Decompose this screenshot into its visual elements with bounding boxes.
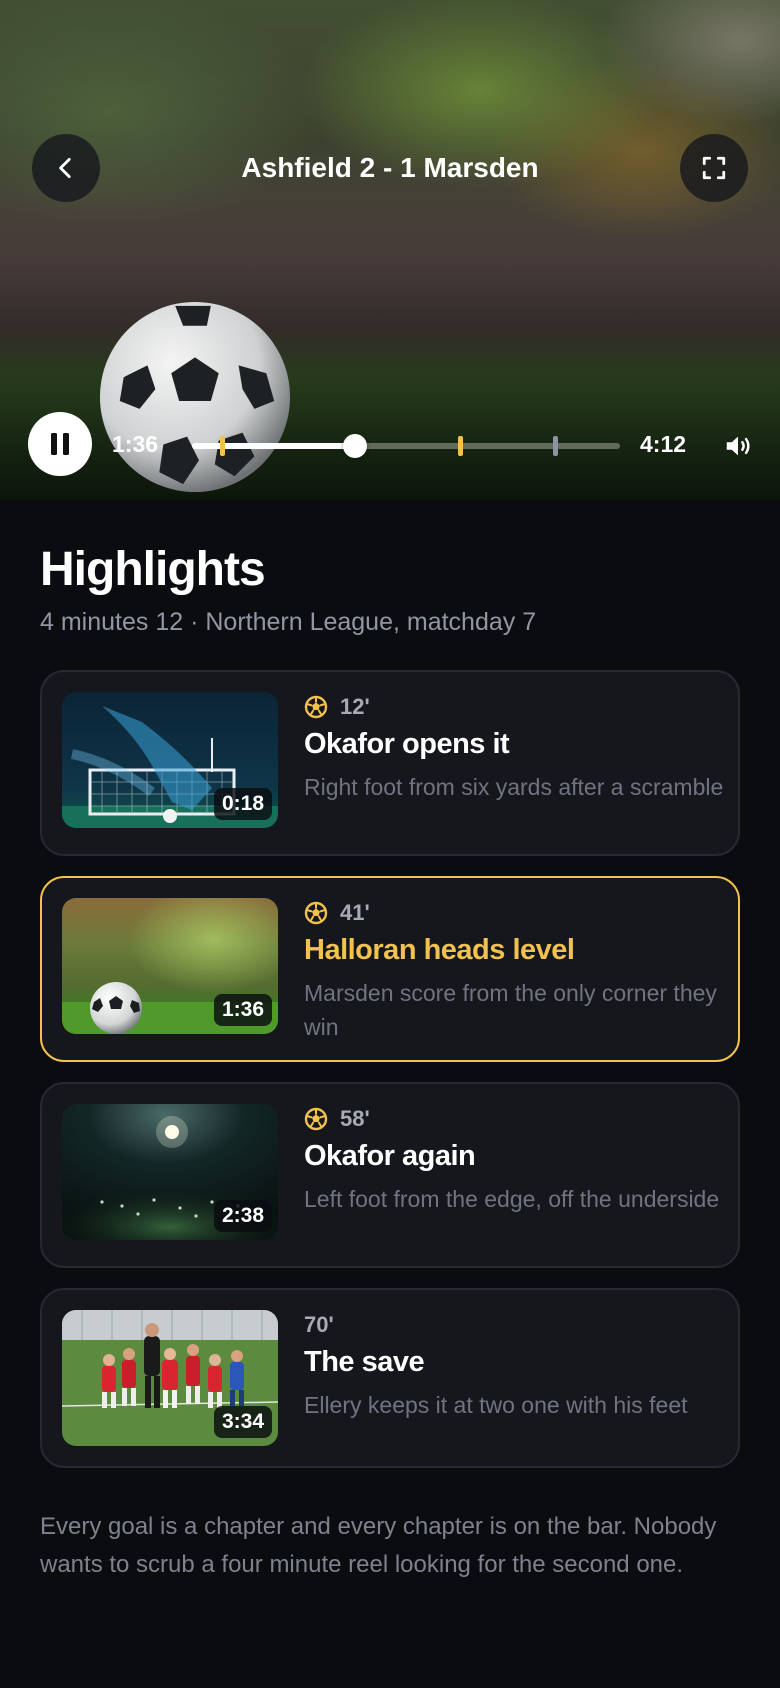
highlight-description: Ellery keeps it at two one with his feet — [304, 1392, 688, 1418]
highlight-title: Halloran heads level — [304, 934, 575, 966]
highlight-title: The save — [304, 1346, 425, 1378]
highlights-subtitle: 4 minutes 12 · Northern League, matchday… — [40, 608, 537, 636]
highlight-meta: 41' — [304, 900, 370, 926]
highlight-card[interactable]: 0:18 12' Okafor opens it Right foot from… — [40, 670, 740, 856]
highlight-title: Okafor again — [304, 1140, 476, 1172]
chapter-marker[interactable] — [220, 436, 226, 456]
total-time: 4:12 — [640, 431, 687, 457]
duration-badge: 0:18 — [213, 788, 272, 820]
highlight-card-active[interactable]: 1:36 41' Halloran heads level Marsden sc… — [40, 876, 740, 1062]
video-title: Ashfield 2 - 1 Marsden — [241, 152, 539, 183]
progress-fill — [192, 443, 356, 449]
highlight-description: Marsden score from the only corner they … — [304, 980, 717, 1040]
fullscreen-icon — [702, 156, 726, 180]
highlight-minute: 41' — [340, 900, 370, 925]
video-player[interactable]: Ashfield 2 - 1 Marsden 1:36 4:12 — [0, 0, 780, 500]
highlight-minute: 58' — [340, 1106, 370, 1131]
highlight-thumbnail: 1:36 — [62, 898, 278, 1034]
highlight-minute: 12' — [340, 694, 370, 719]
volume-icon — [726, 436, 750, 456]
chevron-left-icon — [59, 157, 71, 179]
highlight-minute: 70' — [304, 1312, 334, 1337]
pause-button[interactable] — [28, 412, 92, 476]
highlight-meta: 12' — [304, 694, 370, 720]
goal-ball-icon — [304, 695, 328, 719]
highlight-meta: 58' — [304, 1106, 370, 1132]
playback-controls: 1:36 4:12 — [0, 412, 780, 478]
progress-scrubber[interactable] — [192, 434, 620, 458]
current-time: 1:36 — [112, 431, 159, 457]
goal-ball-icon — [304, 901, 328, 925]
highlight-thumbnail: 3:34 — [62, 1310, 278, 1446]
highlight-title: Okafor opens it — [304, 728, 510, 760]
highlight-description: Right foot from six yards after a scramb… — [304, 774, 724, 800]
back-button[interactable] — [32, 134, 100, 202]
footer-note: Every goal is a chapter and every chapte… — [40, 1513, 717, 1578]
pause-icon — [51, 433, 69, 455]
highlights-heading: Highlights — [40, 543, 266, 596]
highlight-meta: 70' — [304, 1312, 334, 1338]
highlight-card[interactable]: 2:38 58' Okafor again Left foot from the… — [40, 1082, 740, 1268]
highlight-thumbnail: 2:38 — [62, 1104, 278, 1240]
volume-button[interactable] — [718, 426, 758, 466]
highlight-description: Left foot from the edge, off the undersi… — [304, 1186, 720, 1212]
scrubber-handle[interactable] — [343, 434, 368, 458]
fullscreen-button[interactable] — [680, 134, 748, 202]
duration-badge: 3:34 — [213, 1406, 272, 1438]
goal-ball-icon — [304, 1107, 328, 1131]
duration-badge: 1:36 — [213, 994, 272, 1026]
highlight-card[interactable]: 3:34 70' The save Ellery keeps it at two… — [40, 1288, 740, 1468]
chapter-marker[interactable] — [458, 436, 464, 456]
highlight-thumbnail: 0:18 — [62, 692, 278, 828]
chapter-marker[interactable] — [553, 436, 559, 456]
duration-badge: 2:38 — [213, 1200, 272, 1232]
